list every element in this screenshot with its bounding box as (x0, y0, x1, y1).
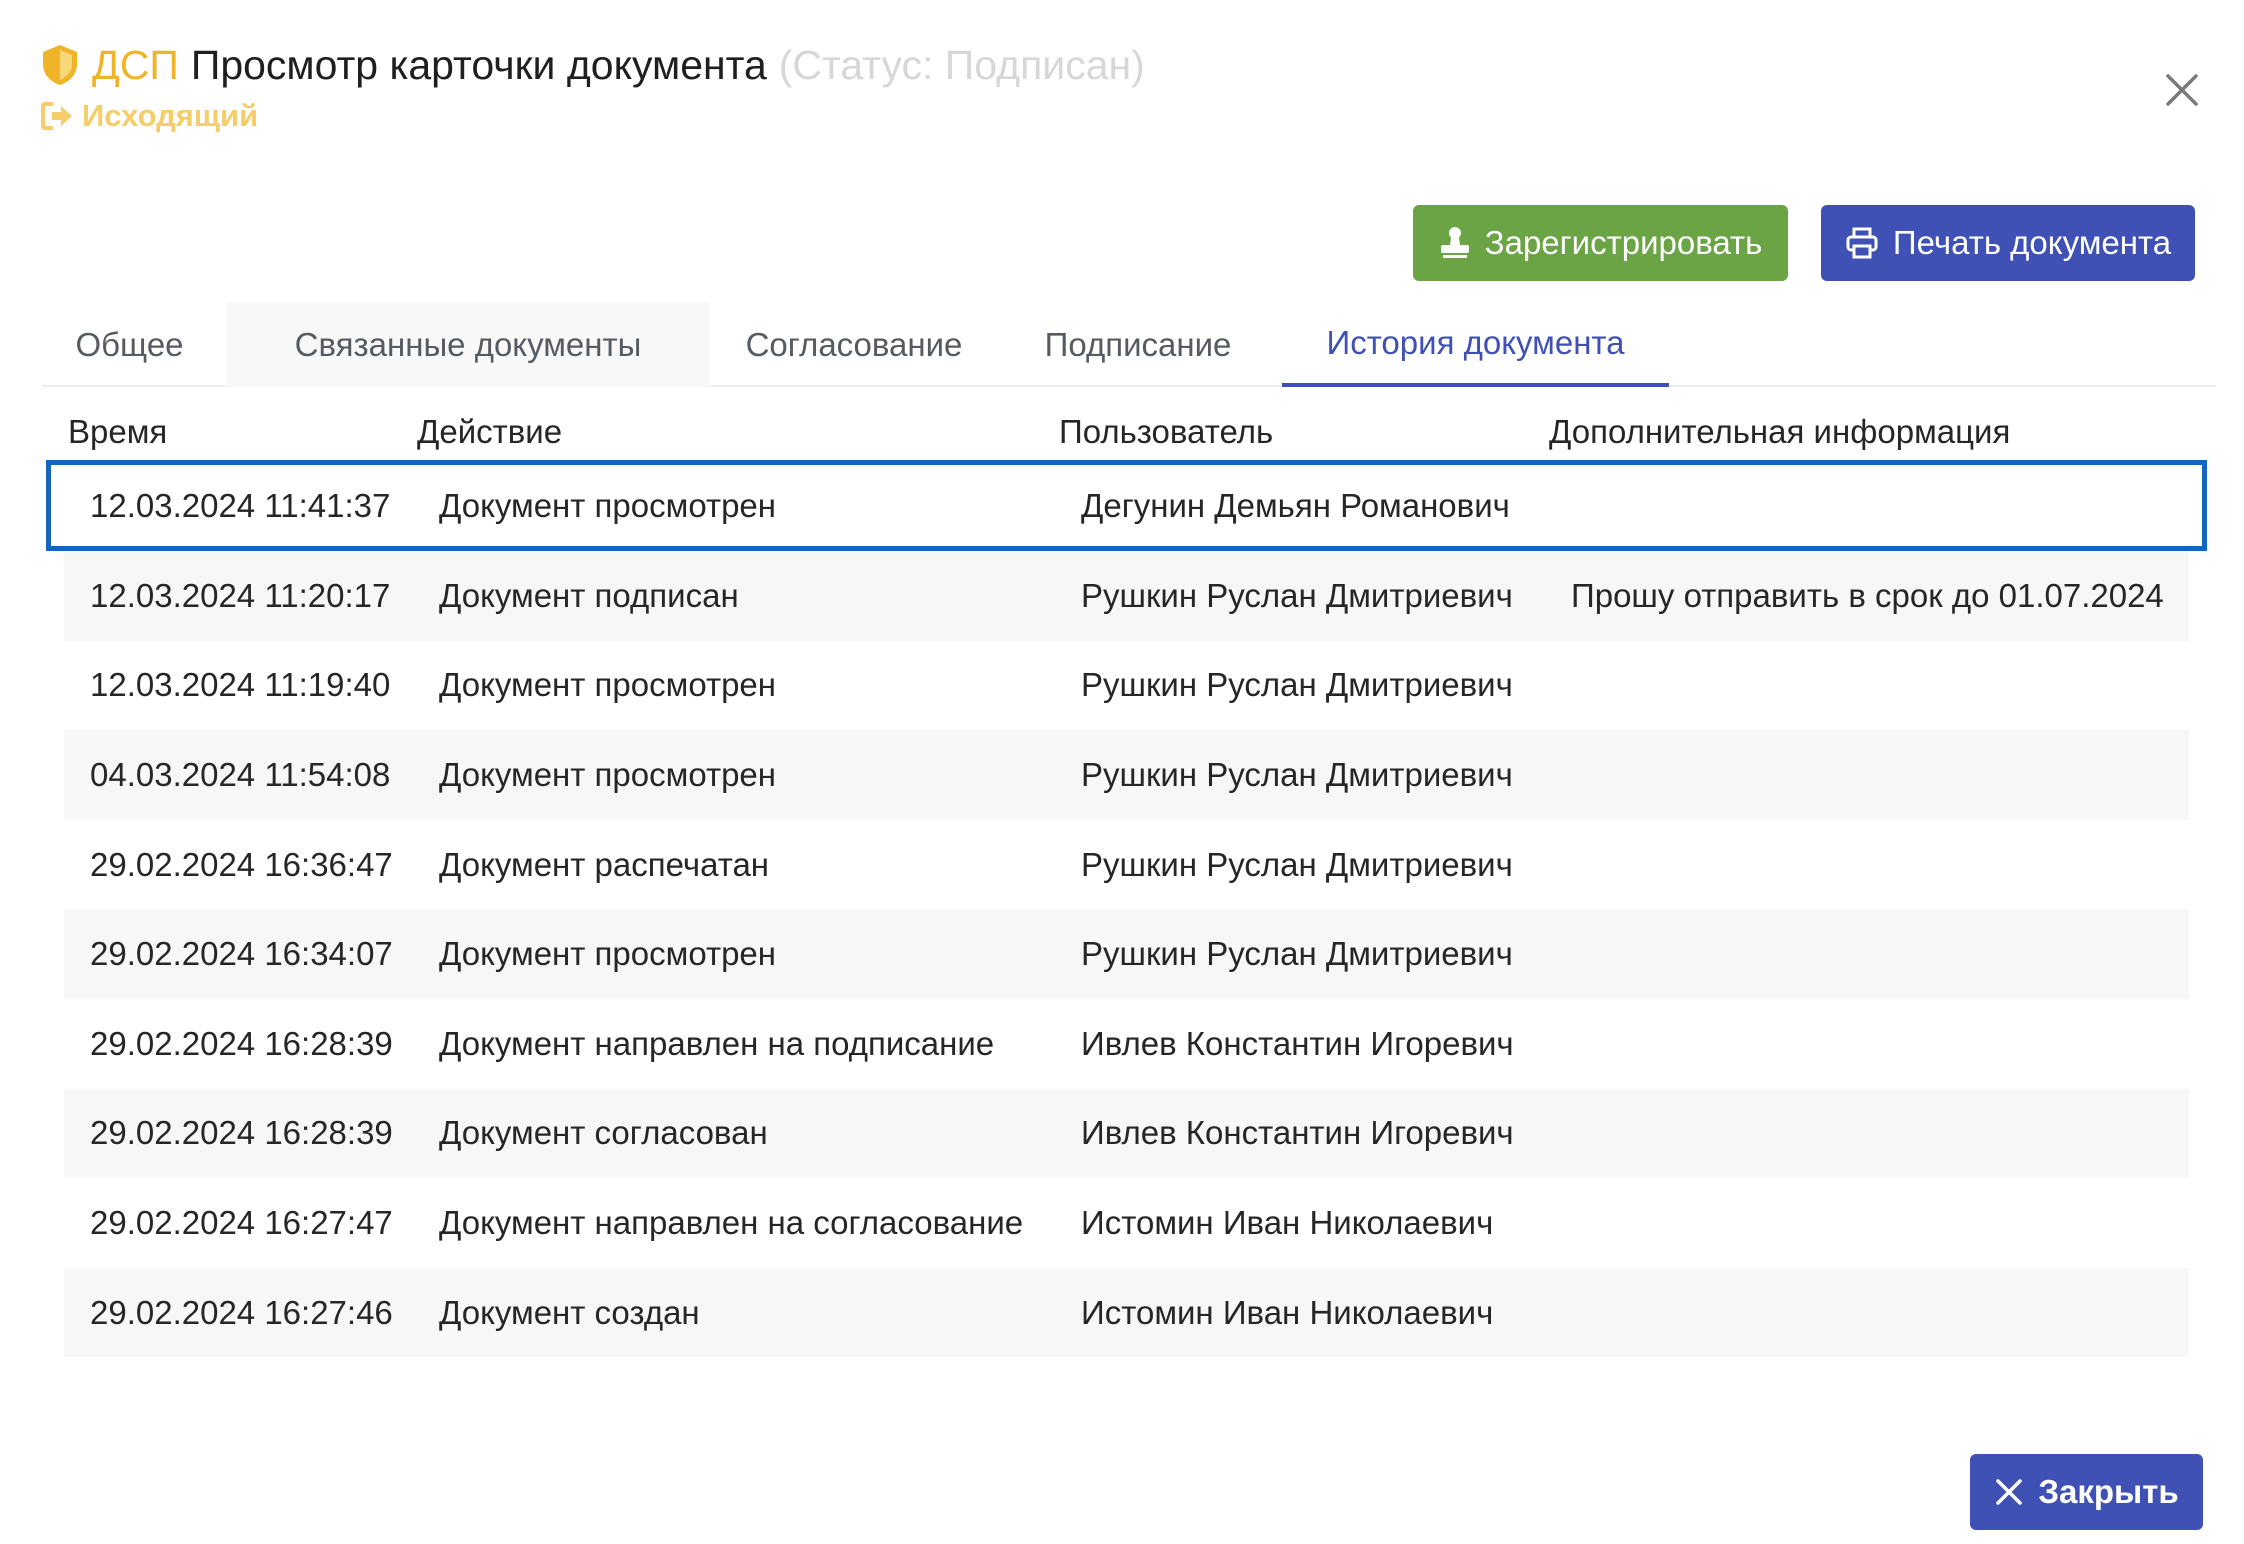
history-table: 12.03.2024 11:41:37 Документ просмотрен … (46, 460, 2207, 1358)
tab-related-documents[interactable]: Связанные документы (227, 302, 709, 387)
cell-user: Ивлев Константин Игоревич (1081, 1024, 1514, 1062)
stamp-icon (1440, 227, 1469, 258)
direction-label: Исходящий (82, 98, 259, 133)
tab-general[interactable]: Общее (42, 302, 217, 387)
cell-time: 04.03.2024 11:54:08 (90, 755, 391, 793)
cell-action: Документ направлен на согласование (439, 1203, 1024, 1241)
dialog-header: ДСП Просмотр карточки документа (Статус:… (40, 38, 1145, 134)
close-button[interactable]: Закрыть (1970, 1454, 2203, 1530)
cell-action: Документ распечатан (439, 845, 770, 883)
page-title: Просмотр карточки документа (190, 42, 767, 88)
table-row[interactable]: 29.02.2024 16:36:47 Документ распечатан … (64, 820, 2189, 910)
table-row[interactable]: 29.02.2024 16:27:46 Документ создан Исто… (64, 1267, 2189, 1358)
column-header-action[interactable]: Действие (417, 413, 562, 451)
cell-info: Прошу отправить в срок до 01.07.2024 (1571, 576, 2164, 614)
table-row[interactable]: 12.03.2024 11:19:40 Документ просмотрен … (64, 641, 2189, 731)
cell-action: Документ создан (439, 1293, 700, 1331)
sign-out-icon (41, 102, 72, 130)
cell-time: 12.03.2024 11:41:37 (90, 486, 391, 524)
cell-time: 29.02.2024 16:27:46 (90, 1293, 393, 1331)
tab-document-history-label: История документа (1326, 323, 1625, 361)
tab-signing[interactable]: Подписание (999, 302, 1277, 387)
cell-user: Истомин Иван Николаевич (1081, 1293, 1494, 1331)
cell-action: Документ направлен на подписание (439, 1024, 995, 1062)
cell-time: 29.02.2024 16:27:47 (90, 1203, 393, 1241)
cell-user: Рушкин Руслан Дмитриевич (1081, 576, 1513, 614)
shield-icon (43, 45, 77, 85)
cell-user: Дегунин Демьян Романович (1081, 486, 1510, 524)
tab-approval-label: Согласование (745, 325, 963, 363)
cell-user: Истомин Иван Николаевич (1081, 1203, 1494, 1241)
printer-icon (1846, 227, 1878, 259)
tab-general-label: Общее (75, 325, 184, 363)
classification-label: ДСП (92, 42, 179, 88)
close-button-label: Закрыть (2038, 1473, 2179, 1510)
cell-user: Рушкин Руслан Дмитриевич (1081, 755, 1513, 793)
cell-time: 29.02.2024 16:28:39 (90, 1024, 393, 1062)
print-button-label: Печать документа (1892, 224, 2172, 261)
table-row[interactable]: 29.02.2024 16:28:39 Документ направлен н… (64, 999, 2189, 1089)
table-row[interactable]: 04.03.2024 11:54:08 Документ просмотрен … (64, 730, 2189, 820)
cell-action: Документ просмотрен (439, 935, 776, 973)
status-label: (Статус: Подписан) (778, 42, 1145, 88)
close-icon[interactable] (2158, 66, 2206, 114)
cell-time: 12.03.2024 11:20:17 (90, 576, 391, 614)
table-row[interactable]: 12.03.2024 11:20:17 Документ подписан Ру… (64, 551, 2189, 641)
register-button[interactable]: Зарегистрировать (1413, 205, 1788, 281)
cell-user: Рушкин Руслан Дмитриевич (1081, 666, 1513, 704)
column-header-user[interactable]: Пользователь (1059, 413, 1273, 451)
table-row[interactable]: 29.02.2024 16:34:07 Документ просмотрен … (64, 909, 2189, 999)
table-row[interactable]: 29.02.2024 16:28:39 Документ согласован … (64, 1088, 2189, 1179)
tab-related-documents-label: Связанные документы (294, 325, 642, 363)
cell-user: Ивлев Константин Игоревич (1081, 1114, 1514, 1152)
cell-action: Документ подписан (439, 576, 739, 614)
cell-time: 29.02.2024 16:28:39 (90, 1114, 393, 1152)
column-header-time[interactable]: Время (68, 413, 167, 451)
title-line: ДСП Просмотр карточки документа (Статус:… (40, 38, 1145, 92)
cell-time: 29.02.2024 16:36:47 (90, 845, 393, 883)
cell-action: Документ просмотрен (439, 755, 776, 793)
tab-document-history[interactable]: История документа (1282, 302, 1669, 387)
cell-action: Документ просмотрен (439, 666, 776, 704)
cell-action: Документ просмотрен (439, 486, 776, 524)
tab-signing-label: Подписание (1044, 325, 1232, 363)
cell-time: 29.02.2024 16:34:07 (90, 935, 393, 973)
cell-user: Рушкин Руслан Дмитриевич (1081, 935, 1513, 973)
print-button[interactable]: Печать документа (1821, 205, 2195, 281)
cell-time: 12.03.2024 11:19:40 (90, 666, 391, 704)
tab-approval[interactable]: Согласование (709, 302, 999, 387)
tab-bar: Общее Связанные документы Согласование П… (42, 302, 2216, 387)
cell-action: Документ согласован (439, 1114, 768, 1152)
document-card-dialog: ДСП Просмотр карточки документа (Статус:… (0, 0, 2244, 1544)
close-icon (1996, 1479, 2023, 1505)
register-button-label: Зарегистрировать (1484, 224, 1763, 261)
table-row[interactable]: 12.03.2024 11:41:37 Документ просмотрен … (46, 460, 2207, 551)
column-header-info[interactable]: Дополнительная информация (1549, 413, 2010, 451)
direction-label-row: Исходящий (40, 98, 1145, 134)
table-row[interactable]: 29.02.2024 16:27:47 Документ направлен н… (64, 1178, 2189, 1268)
cell-user: Рушкин Руслан Дмитриевич (1081, 845, 1513, 883)
